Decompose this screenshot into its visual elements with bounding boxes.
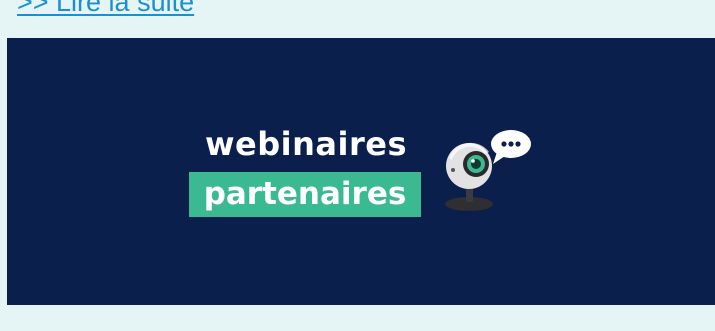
webcam-icon	[445, 142, 493, 211]
banner-title-partenaires: partenaires	[189, 172, 421, 217]
read-more-link[interactable]: >> Lire la suite	[17, 0, 194, 16]
banner-title-webinaires: webinaires	[204, 125, 407, 163]
webinaires-partenaires-banner[interactable]: webinaires partenaires	[7, 38, 715, 305]
webcam-chat-icon	[445, 130, 531, 211]
speech-bubble-icon	[491, 130, 531, 164]
